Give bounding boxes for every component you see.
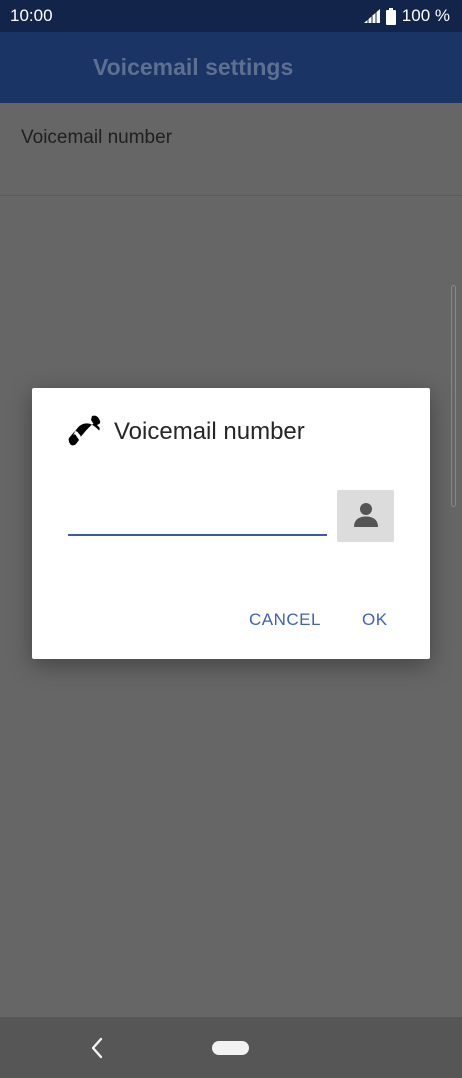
back-icon[interactable] [86,1035,110,1061]
status-bar: 10:00 100 % [0,0,462,32]
pick-contact-button[interactable] [337,490,394,542]
status-time: 10:00 [10,6,53,25]
contact-icon [352,500,380,533]
setting-item-voicemail-number[interactable]: Voicemail number [0,103,462,196]
cancel-button[interactable]: CANCEL [249,610,321,630]
ok-button[interactable]: OK [362,610,388,630]
dialog-title: Voicemail number [114,418,305,445]
phone-icon [66,413,102,449]
home-icon[interactable] [212,1041,249,1055]
app-bar: Voicemail settings [0,32,462,103]
setting-item-label: Voicemail number [21,127,173,148]
page-title: Voicemail settings [93,54,294,80]
voicemail-number-dialog: Voicemail number CANCEL OK [32,388,430,659]
signal-icon [363,9,380,23]
status-icons: 100 % [363,6,450,26]
battery-icon [385,7,396,25]
voicemail-number-input[interactable] [68,496,327,536]
scrollbar[interactable] [451,285,456,507]
battery-percent: 100 % [401,6,450,25]
navigation-bar [0,1017,462,1078]
